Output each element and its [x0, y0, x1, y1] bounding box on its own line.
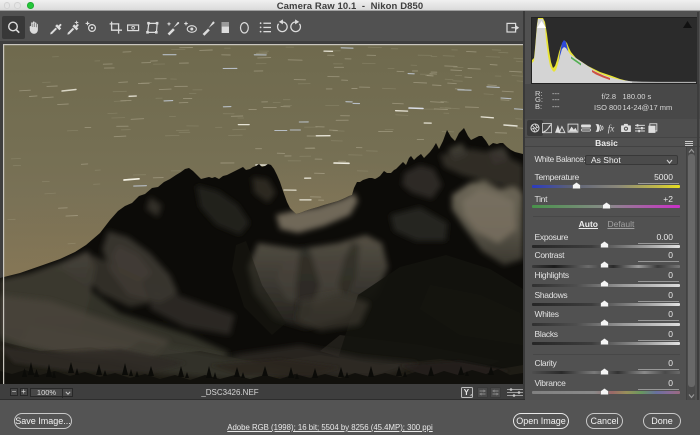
- svg-text:Y: Y: [464, 388, 470, 397]
- svg-text:fx: fx: [608, 124, 616, 134]
